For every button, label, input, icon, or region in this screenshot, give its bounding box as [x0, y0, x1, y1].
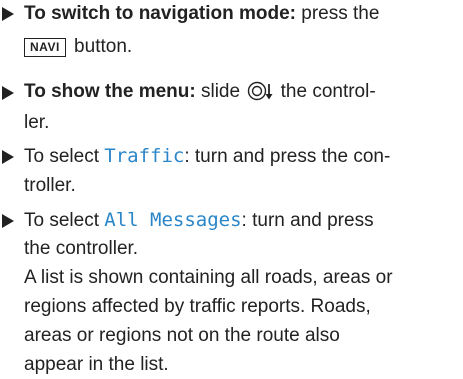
step-text: To select	[24, 146, 105, 167]
step-line: the controller.	[24, 236, 138, 262]
step-text: slide	[195, 81, 246, 102]
step-line: ler.	[24, 110, 49, 136]
step-description-line: appear in the list.	[24, 352, 169, 378]
step-line: NAVI button.	[24, 34, 132, 60]
step-text: : turn and press the con-	[184, 146, 391, 167]
step-text: areas or regions not on the route also	[24, 325, 340, 346]
step-text: the control-	[275, 81, 376, 102]
step-text: press the	[295, 3, 380, 24]
step-text: ler.	[24, 112, 50, 133]
step-text: : turn and press	[241, 210, 374, 231]
bullet-arrow-icon	[2, 86, 14, 100]
navi-button-key: NAVI	[24, 38, 66, 57]
step-line: To switch to navigation mode: press the	[24, 1, 379, 27]
step-text: troller.	[24, 175, 76, 196]
step-line: troller.	[24, 173, 76, 199]
bullet-arrow-icon	[2, 150, 14, 164]
step-line: To select All Messages: turn and press	[24, 207, 374, 233]
step-text: To select	[24, 210, 105, 231]
step-line: To show the menu: slide the control-	[24, 79, 376, 105]
step-heading: To show the menu:	[24, 81, 196, 102]
step-description-line: A list is shown containing all roads, ar…	[24, 265, 393, 291]
menu-item-traffic: Traffic	[104, 145, 185, 167]
step-text: regions affected by traffic reports. Roa…	[24, 296, 371, 317]
step-heading: To switch to navigation mode:	[24, 3, 296, 24]
bullet-arrow-icon	[2, 214, 14, 228]
step-text: the controller.	[24, 238, 139, 259]
step-description-line: regions affected by traffic reports. Roa…	[24, 294, 371, 320]
controller-slide-down-icon	[247, 81, 273, 101]
step-text: appear in the list.	[24, 354, 169, 375]
step-text: A list is shown containing all roads, ar…	[24, 267, 393, 288]
menu-item-all-messages: All Messages	[104, 209, 242, 231]
step-line: To select Traffic: turn and press the co…	[24, 143, 390, 169]
manual-page: To switch to navigation mode: press the …	[0, 0, 463, 379]
step-text: button.	[68, 36, 133, 57]
step-description-line: areas or regions not on the route also	[24, 323, 340, 349]
bullet-arrow-icon	[2, 7, 14, 21]
